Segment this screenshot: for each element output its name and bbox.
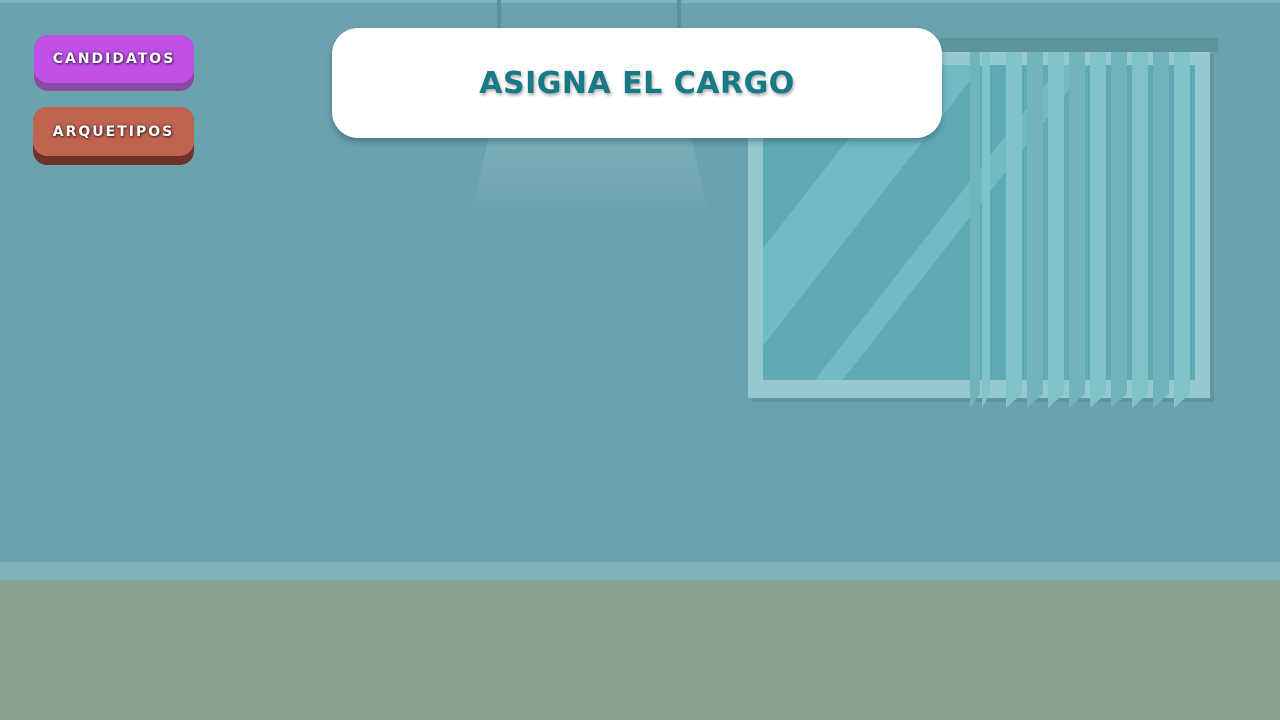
arquetipos-button-label: ARQUETIPOS [33,107,194,156]
blind-slat [1069,52,1085,408]
office-background: CANDIDATOS ARQUETIPOS ASIGNA EL CARGO [0,0,1280,720]
floor [0,580,1280,720]
arquetipos-button[interactable]: ARQUETIPOS [33,107,194,165]
blind-slat [1111,52,1127,408]
lamp-light-cone [470,135,710,220]
blind-slat [1027,52,1043,408]
blind-slat [970,52,980,408]
title-panel: ASIGNA EL CARGO [332,28,942,138]
baseboard [0,562,1280,580]
blind-slat [1048,52,1064,408]
lamp-cord-right [677,0,681,30]
ceiling-line [0,0,1280,3]
lamp-cord-left [497,0,501,30]
candidatos-button-label: CANDIDATOS [34,35,194,83]
blind-slat [1090,52,1106,408]
blind-slat [1132,52,1148,408]
blind-slat [1006,52,1022,408]
candidatos-button[interactable]: CANDIDATOS [34,35,194,91]
blind-slat [982,52,990,408]
page-title: ASIGNA EL CARGO [479,65,795,101]
blinds-rail [940,38,1218,52]
blind-slat [1153,52,1169,408]
blind-slat [1174,52,1190,408]
